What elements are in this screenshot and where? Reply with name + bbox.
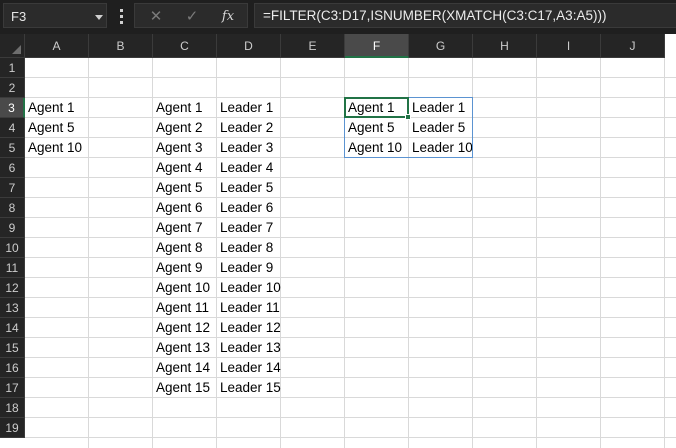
cell-d15[interactable]: Leader 13 [217,338,281,358]
cell-d17[interactable]: Leader 15 [217,378,281,398]
cell-c14[interactable]: Agent 12 [153,318,217,338]
column-header-c[interactable]: C [153,34,217,58]
column-header-a[interactable]: A [25,34,89,58]
cell-d14[interactable]: Leader 12 [217,318,281,338]
worksheet-grid: ABCDEFGHIJ 1 2 3 4 5 6 7 8 9 10 11 12 13 14 15 16 17 18 19… [0,34,676,448]
select-all-button[interactable] [0,34,25,58]
row-header-11[interactable]: 11 [0,258,25,278]
column-header-e[interactable]: E [281,34,345,58]
cell-c7[interactable]: Agent 5 [153,178,217,198]
check-icon[interactable]: ✓ [181,7,203,26]
cell-c12[interactable]: Agent 10 [153,278,217,298]
cell-f3[interactable]: Agent 1 [345,98,409,118]
cell-g4[interactable]: Leader 5 [409,118,473,138]
formula-bar: F3 ✕ ✓ fx =FILTER(C3:D17,ISNUMBER(XMATCH… [0,0,676,34]
cell-a4[interactable]: Agent 5 [25,118,89,138]
formula-input[interactable]: =FILTER(C3:D17,ISNUMBER(XMATCH(C3:C17,A3… [254,3,676,28]
cell-d10[interactable]: Leader 8 [217,238,281,258]
cell-c16[interactable]: Agent 14 [153,358,217,378]
cell-c8[interactable]: Agent 6 [153,198,217,218]
cell-g3[interactable]: Leader 1 [409,98,473,118]
cell-c3[interactable]: Agent 1 [153,98,217,118]
row-header-10[interactable]: 10 [0,238,25,258]
cell-a3[interactable]: Agent 1 [25,98,89,118]
row-header-5[interactable]: 5 [0,138,25,158]
column-header-f[interactable]: F [345,34,409,58]
row-header-13[interactable]: 13 [0,298,25,318]
row-header-6[interactable]: 6 [0,158,25,178]
more-options-icon[interactable] [116,8,126,26]
cell-f5[interactable]: Agent 10 [345,138,409,158]
column-header-j[interactable]: J [601,34,665,58]
row-header-18[interactable]: 18 [0,398,25,418]
cell-c13[interactable]: Agent 11 [153,298,217,318]
cell-d13[interactable]: Leader 11 [217,298,281,318]
cell-d8[interactable]: Leader 6 [217,198,281,218]
cell-d6[interactable]: Leader 4 [217,158,281,178]
select-all-icon [12,45,21,54]
chevron-down-icon[interactable] [95,15,103,20]
cell-c11[interactable]: Agent 9 [153,258,217,278]
column-header-g[interactable]: G [409,34,473,58]
row-header-4[interactable]: 4 [0,118,25,138]
cell-f4[interactable]: Agent 5 [345,118,409,138]
cell-d16[interactable]: Leader 14 [217,358,281,378]
row-header-7[interactable]: 7 [0,178,25,198]
fill-handle[interactable] [405,114,411,120]
insert-function-icon[interactable]: fx [217,7,239,26]
cell-d9[interactable]: Leader 7 [217,218,281,238]
name-box-value: F3 [11,9,27,24]
row-header-3[interactable]: 3 [0,98,25,118]
cell-c5[interactable]: Agent 3 [153,138,217,158]
cell-d11[interactable]: Leader 9 [217,258,281,278]
cell-c15[interactable]: Agent 13 [153,338,217,358]
cell-c4[interactable]: Agent 2 [153,118,217,138]
cell-c9[interactable]: Agent 7 [153,218,217,238]
cell-d3[interactable]: Leader 1 [217,98,281,118]
cell-c6[interactable]: Agent 4 [153,158,217,178]
cell-d5[interactable]: Leader 3 [217,138,281,158]
row-header-1[interactable]: 1 [0,58,25,78]
row-header-12[interactable]: 12 [0,278,25,298]
column-header-b[interactable]: B [89,34,153,58]
formula-buttons: ✕ ✓ fx [134,3,248,28]
row-header-9[interactable]: 9 [0,218,25,238]
cell-d7[interactable]: Leader 5 [217,178,281,198]
cell-area[interactable]: Agent 1 Agent 5 Agent 10 Agent 1 Leader 1 Age… [25,58,676,448]
column-header-d[interactable]: D [217,34,281,58]
name-box[interactable]: F3 [3,3,107,28]
cell-c17[interactable]: Agent 15 [153,378,217,398]
formula-text: =FILTER(C3:D17,ISNUMBER(XMATCH(C3:C17,A3… [263,8,607,23]
row-header-15[interactable]: 15 [0,338,25,358]
column-header-i[interactable]: I [537,34,601,58]
cancel-icon[interactable]: ✕ [145,7,167,26]
row-header-2[interactable]: 2 [0,78,25,98]
cell-d12[interactable]: Leader 10 [217,278,281,298]
row-header-14[interactable]: 14 [0,318,25,338]
row-header-8[interactable]: 8 [0,198,25,218]
cell-d4[interactable]: Leader 2 [217,118,281,138]
column-header-h[interactable]: H [473,34,537,58]
row-header-16[interactable]: 16 [0,358,25,378]
cell-a5[interactable]: Agent 10 [25,138,89,158]
row-header-17[interactable]: 17 [0,378,25,398]
row-header-19[interactable]: 19 [0,418,25,438]
cell-g5[interactable]: Leader 10 [409,138,473,158]
cell-c10[interactable]: Agent 8 [153,238,217,258]
